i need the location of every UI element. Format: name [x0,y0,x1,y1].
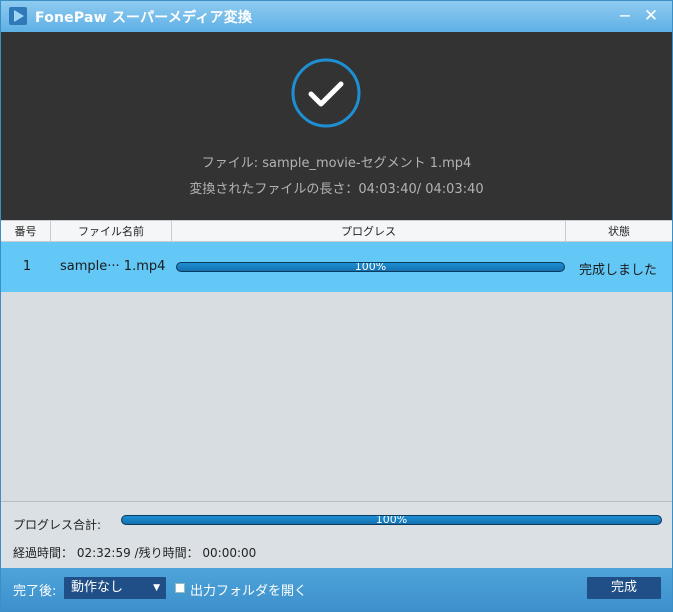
converted-file-name: ファイル: sample_movie-セグメント 1.mp4 [201,156,472,171]
row-progress-label: 100% [354,262,387,272]
converted-length: 変換されたファイルの長さ：04:03:40/ 04:03:40 [189,182,484,197]
row-progress-bar: 100% [176,262,565,272]
elapsed-remaining-time: 経過時間： 02:32:59 /残り時間： 00:00:00 [13,546,257,560]
open-folder-label[interactable]: 出力フォルダを開く [190,580,307,599]
app-logo-icon [9,7,27,25]
converter-window: FonePaw スーパーメディア変換 − ✕ ファイル: sample_movi… [0,0,673,612]
title-bar[interactable]: FonePaw スーパーメディア変換 − ✕ [1,1,672,32]
check-circle-icon [291,58,361,128]
table-row[interactable]: 1 sample··· 1.mp4 100% 完成しました [1,242,672,292]
bottom-bar: 完了後: 動作なし ▼ 出力フォルダを開く 完成 [1,568,672,611]
row-status: 完成しました [579,263,658,278]
total-progress-bar: 100% [121,515,662,525]
minimize-button[interactable]: − [614,5,636,27]
after-completion-value: 動作なし [71,580,124,595]
file-table-header: 番号 ファイル名前 プログレス 状態 [1,220,672,242]
conversion-status-panel: ファイル: sample_movie-セグメント 1.mp4 変換されたファイル… [1,32,672,220]
dropdown-arrow-icon: ▼ [153,583,160,593]
file-table-body: 1 sample··· 1.mp4 100% 完成しました [1,242,672,501]
column-header-number[interactable]: 番号 [1,221,51,242]
after-completion-label: 完了後: [13,584,57,599]
summary-panel: プログレス合計: 100% 経過時間： 02:32:59 /残り時間： 00:0… [1,501,672,568]
close-button[interactable]: ✕ [640,5,662,27]
total-progress-label: プログレス合計: [13,518,102,532]
total-progress-text: 100% [375,515,408,525]
row-number: 1 [22,259,32,274]
open-folder-checkbox[interactable] [175,583,185,593]
column-header-status[interactable]: 状態 [566,221,672,242]
after-completion-select[interactable]: 動作なし ▼ [64,577,166,599]
row-file-name: sample··· 1.mp4 [60,259,166,274]
done-button[interactable]: 完成 [587,577,661,599]
column-header-progress[interactable]: プログレス [172,221,566,242]
window-title: FonePaw スーパーメディア変換 [35,10,253,26]
column-header-file-name[interactable]: ファイル名前 [51,221,172,242]
